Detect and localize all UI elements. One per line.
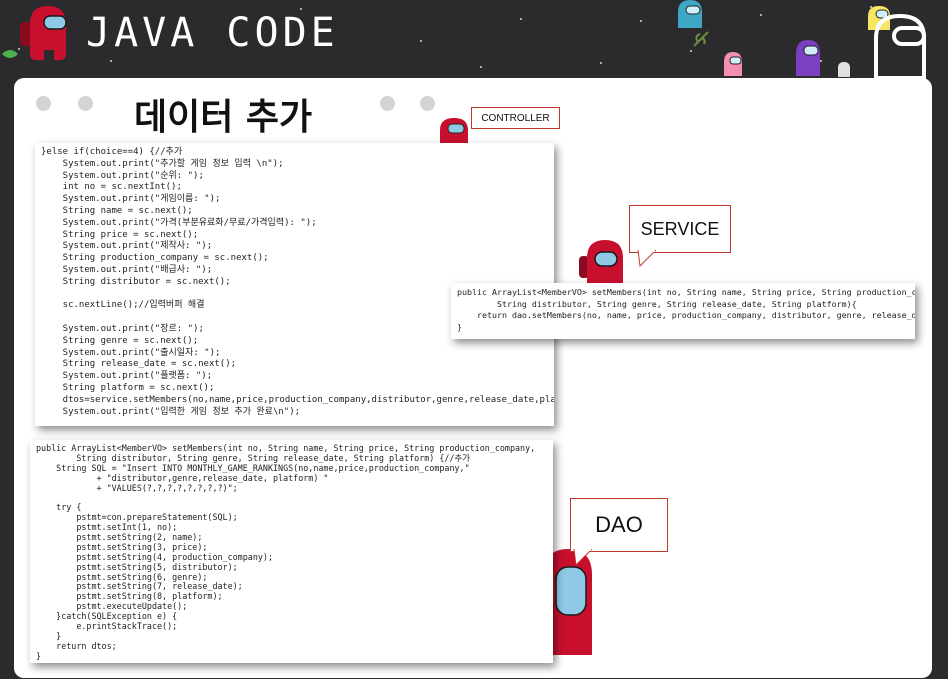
dao-label-text: DAO (595, 512, 643, 537)
callout-tail (637, 250, 657, 268)
code-line: String release_date = sc.next(); (41, 359, 237, 370)
crewmate-red-icon (579, 240, 623, 288)
code-line: + "VALUES(?,?,?,?,?,?,?,?)"; (36, 482, 238, 493)
code-line: }else if(choice==4) {//추가 (41, 147, 183, 157)
code-line: } (36, 650, 42, 661)
crewmate-red-icon (20, 6, 67, 60)
header-title: JAVA CODE (86, 10, 339, 56)
leaf-icon (693, 31, 709, 47)
dao-code-block: public ArrayList<MemberVO> setMembers(in… (30, 440, 553, 663)
code-line: e.printStackTrace(); (36, 621, 178, 632)
crewmate-pink-icon (724, 52, 742, 76)
slide-title: 데이터 추가 (134, 97, 313, 138)
code-line: String platform = sc.next(); (41, 382, 215, 393)
crewmate-white-outline-icon (874, 13, 926, 80)
crewmate-cyan-icon (678, 0, 702, 28)
code-line: System.out.print("게임이름: "); (41, 194, 221, 205)
controller-label-text: CONTROLLER (481, 112, 550, 124)
code-line: System.out.print("출시일자: "); (41, 347, 221, 358)
code-line: System.out.print("가격(부분유료화/무료/가격입력): "); (41, 217, 317, 228)
code-line: String production_company = sc.next(); (41, 253, 269, 264)
callout-tail (573, 549, 593, 567)
code-line: System.out.print("추가할 게임 정보 입력 \n"); (41, 158, 284, 169)
code-line: System.out.print("순위: "); (41, 170, 204, 181)
service-label-text: SERVICE (640, 218, 720, 239)
decor-dot (420, 96, 435, 111)
code-line: System.out.print("입력한 게임 정보 추가 완료\n"); (41, 406, 301, 417)
code-line: String name = sc.next(); (41, 205, 193, 216)
code-line: } (457, 321, 462, 332)
crewmate-purple-icon (796, 40, 820, 76)
code-line: public ArrayList<MemberVO> setMembers(in… (457, 287, 915, 297)
code-line: System.out.print("제작사: "); (41, 241, 213, 252)
dao-label: DAO (570, 498, 668, 552)
code-line: return dtos; (36, 640, 117, 651)
decor-dot (36, 96, 51, 111)
crewmate-small-icon (838, 62, 850, 77)
code-line: String distributor, String genre, String… (457, 298, 857, 309)
code-line: return dao.setMembers(no, name, price, p… (476, 310, 915, 320)
code-line: dtos=service.setMembers(no,name,price,pr… (41, 394, 554, 405)
decor-dot (380, 96, 395, 111)
controller-label: CONTROLLER (471, 107, 560, 129)
code-line: System.out.print("플랫폼: "); (41, 371, 213, 382)
code-line: String price = sc.next(); (41, 229, 199, 240)
leaf-icon (2, 50, 18, 58)
service-label: SERVICE (629, 205, 731, 253)
service-code-block: public ArrayList<MemberVO> setMembers(in… (451, 283, 915, 339)
decor-dot (78, 96, 93, 111)
code-line: int no = sc.nextInt(); (41, 182, 182, 193)
code-line: System.out.print("배급사: "); (41, 264, 213, 275)
